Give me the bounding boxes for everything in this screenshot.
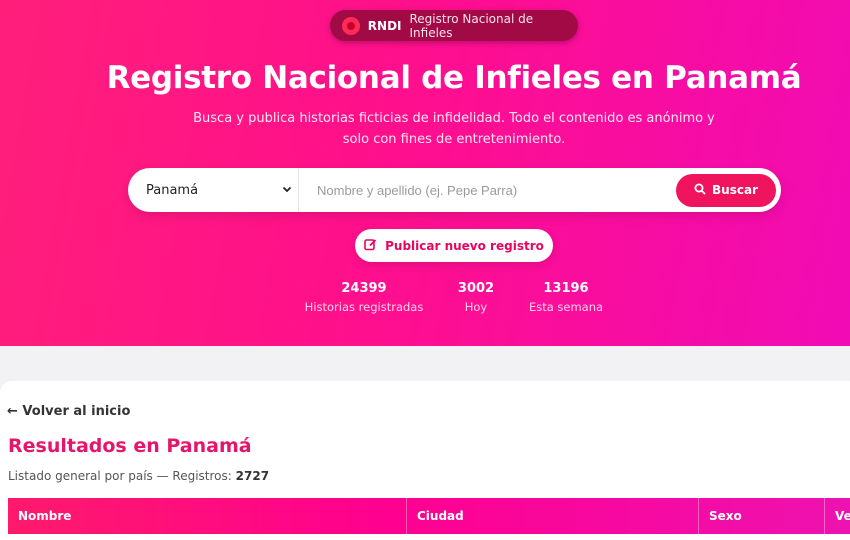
page-title: Registro Nacional de Infieles en Panamá (106, 60, 802, 96)
stat-week-value: 13196 (543, 281, 589, 296)
stat-today-value: 3002 (457, 281, 495, 296)
column-header-sexo[interactable]: Sexo (699, 498, 825, 534)
search-bar: Panamá Buscar (128, 168, 781, 212)
search-icon (694, 183, 706, 198)
search-button-label: Buscar (712, 183, 758, 197)
edit-icon (364, 238, 377, 254)
column-header-ve[interactable]: Ve (825, 498, 850, 534)
back-to-home-link[interactable]: ← Volver al inicio (7, 404, 130, 419)
results-title: Resultados en Panamá (8, 435, 252, 457)
page-subtitle: Busca y publica historias ficticias de i… (193, 111, 715, 147)
publish-button-label: Publicar nuevo registro (385, 238, 544, 253)
name-search-input[interactable] (299, 168, 676, 212)
stat-today-label: Hoy (464, 300, 488, 314)
country-select[interactable]: Panamá (128, 168, 299, 212)
search-button[interactable]: Buscar (676, 173, 776, 207)
results-subtitle: Listado general por país — Registros: 27… (8, 469, 269, 483)
stat-week: 13196 Esta semana (526, 281, 606, 314)
stat-week-label: Esta semana (528, 300, 604, 314)
country-select-value: Panamá (146, 182, 199, 198)
hero-banner: RNDI Registro Nacional de Infieles Regis… (0, 0, 850, 346)
results-subtitle-text: Listado general por país — Registros: (8, 469, 236, 483)
badge-text: Registro Nacional de Infieles (409, 11, 534, 40)
column-header-nombre[interactable]: Nombre (8, 498, 407, 534)
stat-total-value: 24399 (341, 281, 387, 296)
results-table-header: Nombre Ciudad Sexo Ve (8, 498, 850, 534)
chevron-down-icon (282, 183, 292, 197)
stat-today: 3002 Hoy (446, 281, 506, 314)
circle-logo-icon (342, 16, 360, 35)
badge-code: RNDI (367, 18, 402, 33)
brand-badge: RNDI Registro Nacional de Infieles (330, 10, 578, 41)
stat-total-label: Historias registradas (304, 300, 424, 314)
publish-new-record-button[interactable]: Publicar nuevo registro (355, 229, 553, 262)
column-header-ciudad[interactable]: Ciudad (407, 498, 699, 534)
results-count: 2727 (235, 469, 270, 483)
stat-total: 24399 Historias registradas (304, 281, 424, 314)
